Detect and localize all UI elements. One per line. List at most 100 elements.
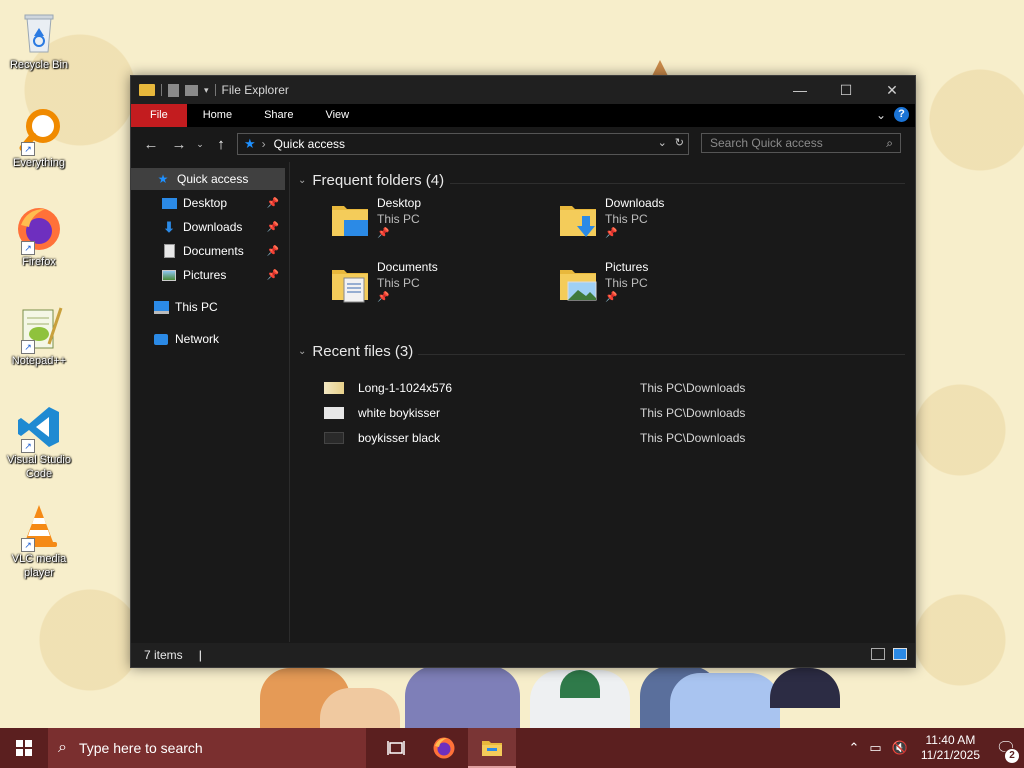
nav-item-this-pc[interactable]: This PC [153, 296, 285, 318]
taskbar-firefox-button[interactable] [420, 728, 468, 768]
nav-item-desktop[interactable]: Desktop 📌 [161, 192, 285, 214]
tab-file[interactable]: File [131, 104, 187, 127]
folder-tile-downloads[interactable]: Downloads This PC 📌 [558, 194, 778, 250]
breadcrumb-quick-access[interactable]: Quick access [274, 137, 345, 151]
this-pc-icon [153, 299, 169, 315]
breadcrumb-chevron-icon: › [261, 137, 266, 151]
nav-item-pictures[interactable]: Pictures 📌 [161, 264, 285, 286]
pin-icon[interactable]: 📌 [267, 246, 279, 257]
folder-tile-documents[interactable]: Documents This PC 📌 [330, 258, 550, 314]
folder-tile-desktop[interactable]: Desktop This PC 📌 [330, 194, 550, 250]
quick-access-star-icon: ★ [244, 136, 256, 151]
new-folder-icon[interactable] [185, 84, 198, 96]
nav-item-label: Pictures [183, 268, 227, 282]
desktop-icon-notepad-plus-plus[interactable]: ↗ Notepad++ [4, 304, 74, 368]
recent-file-row[interactable]: Long-1-1024x576 This PC\Downloads [324, 377, 904, 399]
maximize-button[interactable]: ☐ [823, 76, 869, 104]
pictures-icon [161, 267, 177, 283]
pin-icon: 📌 [377, 292, 390, 303]
pin-icon[interactable]: 📌 [267, 198, 279, 209]
nav-item-documents[interactable]: Documents 📌 [161, 240, 285, 262]
up-button[interactable]: ↑ [207, 136, 235, 153]
clock-time: 11:40 AM [925, 733, 976, 747]
refresh-icon[interactable]: ↻ [675, 136, 684, 149]
navigation-bar: ← → ⌄ ↑ ★ › Quick access ⌄ ↻ ⌕ [131, 127, 915, 161]
pin-icon[interactable]: 📌 [267, 270, 279, 281]
nav-item-quick-access[interactable]: ★ Quick access [131, 168, 285, 190]
tab-home[interactable]: Home [187, 104, 248, 127]
help-icon[interactable]: ? [894, 107, 909, 122]
recent-file-row[interactable]: white boykisser This PC\Downloads [324, 402, 904, 424]
desktop-icon-vlc[interactable]: ↗ VLC media player [4, 502, 74, 580]
customize-toolbar-chevron-icon[interactable]: ▾ [204, 85, 209, 96]
taskbar-search-box[interactable]: ⌕ Type here to search [48, 728, 366, 768]
file-explorer-window: ▾ File Explorer — ☐ ✕ File Home Share Vi… [130, 75, 916, 668]
desktop-icon-firefox[interactable]: ↗ Firefox [4, 205, 74, 269]
separator [214, 84, 216, 96]
desktop-icon-everything[interactable]: ↗ Everything [4, 106, 74, 170]
shortcut-arrow-icon: ↗ [21, 142, 35, 156]
taskbar-search-placeholder: Type here to search [78, 740, 203, 756]
folder-icon [139, 84, 155, 96]
separator [161, 84, 162, 96]
show-hidden-icons-chevron-icon[interactable]: ⌃ [848, 740, 859, 756]
window-title: File Explorer [221, 83, 289, 97]
task-view-button[interactable] [372, 728, 420, 768]
desktop-icon-label: Firefox [22, 256, 56, 268]
wallpaper-character [770, 668, 840, 708]
notification-badge: 2 [1004, 748, 1020, 764]
network-status-icon[interactable]: ▭ [869, 740, 881, 756]
wallpaper-character [405, 666, 520, 728]
folder-name: Desktop [377, 196, 422, 210]
nav-item-label: Desktop [183, 196, 228, 210]
taskbar-file-explorer-button[interactable] [468, 728, 516, 768]
file-path: This PC\Downloads [640, 431, 746, 445]
forward-button[interactable]: → [165, 136, 193, 153]
volume-muted-icon[interactable]: 🔇 [892, 740, 908, 756]
nav-item-downloads[interactable]: ⬇ Downloads 📌 [161, 216, 285, 238]
tab-view[interactable]: View [309, 104, 365, 127]
search-box[interactable]: ⌕ [701, 133, 901, 153]
recent-file-row[interactable]: boykisser black This PC\Downloads [324, 427, 904, 449]
action-center-button[interactable]: 🗨 2 [988, 738, 1024, 764]
nav-item-label: Downloads [183, 220, 243, 234]
downloads-arrow-icon: ⬇ [163, 218, 175, 235]
close-button[interactable]: ✕ [869, 76, 915, 104]
file-path: This PC\Downloads [640, 381, 746, 395]
large-icons-view-icon[interactable] [893, 648, 907, 660]
tab-share[interactable]: Share [248, 104, 309, 127]
pin-icon[interactable]: 📌 [267, 222, 279, 233]
wallpaper-character [320, 688, 400, 728]
address-history-chevron-icon[interactable]: ⌄ [658, 136, 667, 149]
address-bar[interactable]: ★ › Quick access ⌄ ↻ [237, 133, 689, 155]
shortcut-arrow-icon: ↗ [21, 439, 35, 453]
group-title: Frequent folders (4) [312, 172, 445, 189]
folder-tile-pictures[interactable]: Pictures This PC 📌 [558, 258, 778, 314]
recent-files-header[interactable]: ⌄ Recent files (3) [298, 343, 413, 360]
nav-item-network[interactable]: Network [153, 328, 285, 350]
folder-name: Documents [377, 260, 438, 274]
pin-icon: 📌 [605, 228, 618, 239]
content-pane: ⌄ Frequent folders (4) Desktop This PC 📌 [290, 162, 915, 642]
search-input[interactable] [710, 136, 870, 150]
image-thumbnail-icon [324, 407, 344, 419]
back-button[interactable]: ← [137, 136, 165, 153]
details-view-icon[interactable] [871, 648, 885, 660]
pin-icon: 📌 [377, 228, 390, 239]
folder-name: Downloads [605, 196, 665, 210]
recent-locations-chevron-icon[interactable]: ⌄ [193, 139, 207, 150]
search-icon: ⌕ [58, 739, 67, 756]
windows-logo-icon [16, 740, 32, 756]
frequent-folders-header[interactable]: ⌄ Frequent folders (4) [298, 172, 444, 189]
group-divider [450, 183, 905, 184]
file-explorer-icon [482, 741, 502, 756]
start-button[interactable] [0, 728, 48, 768]
minimize-button[interactable]: — [777, 76, 823, 104]
desktop-icon-label: VLC media player [11, 553, 67, 579]
desktop-icon-recycle-bin[interactable]: Recycle Bin [4, 8, 74, 72]
title-bar[interactable]: ▾ File Explorer — ☐ ✕ [131, 76, 915, 104]
clock[interactable]: 11:40 AM 11/21/2025 [921, 733, 980, 763]
properties-icon[interactable] [168, 83, 179, 97]
expand-ribbon-chevron-icon[interactable]: ⌄ [876, 108, 886, 122]
desktop-icon-vscode[interactable]: ↗ Visual Studio Code [4, 403, 74, 481]
